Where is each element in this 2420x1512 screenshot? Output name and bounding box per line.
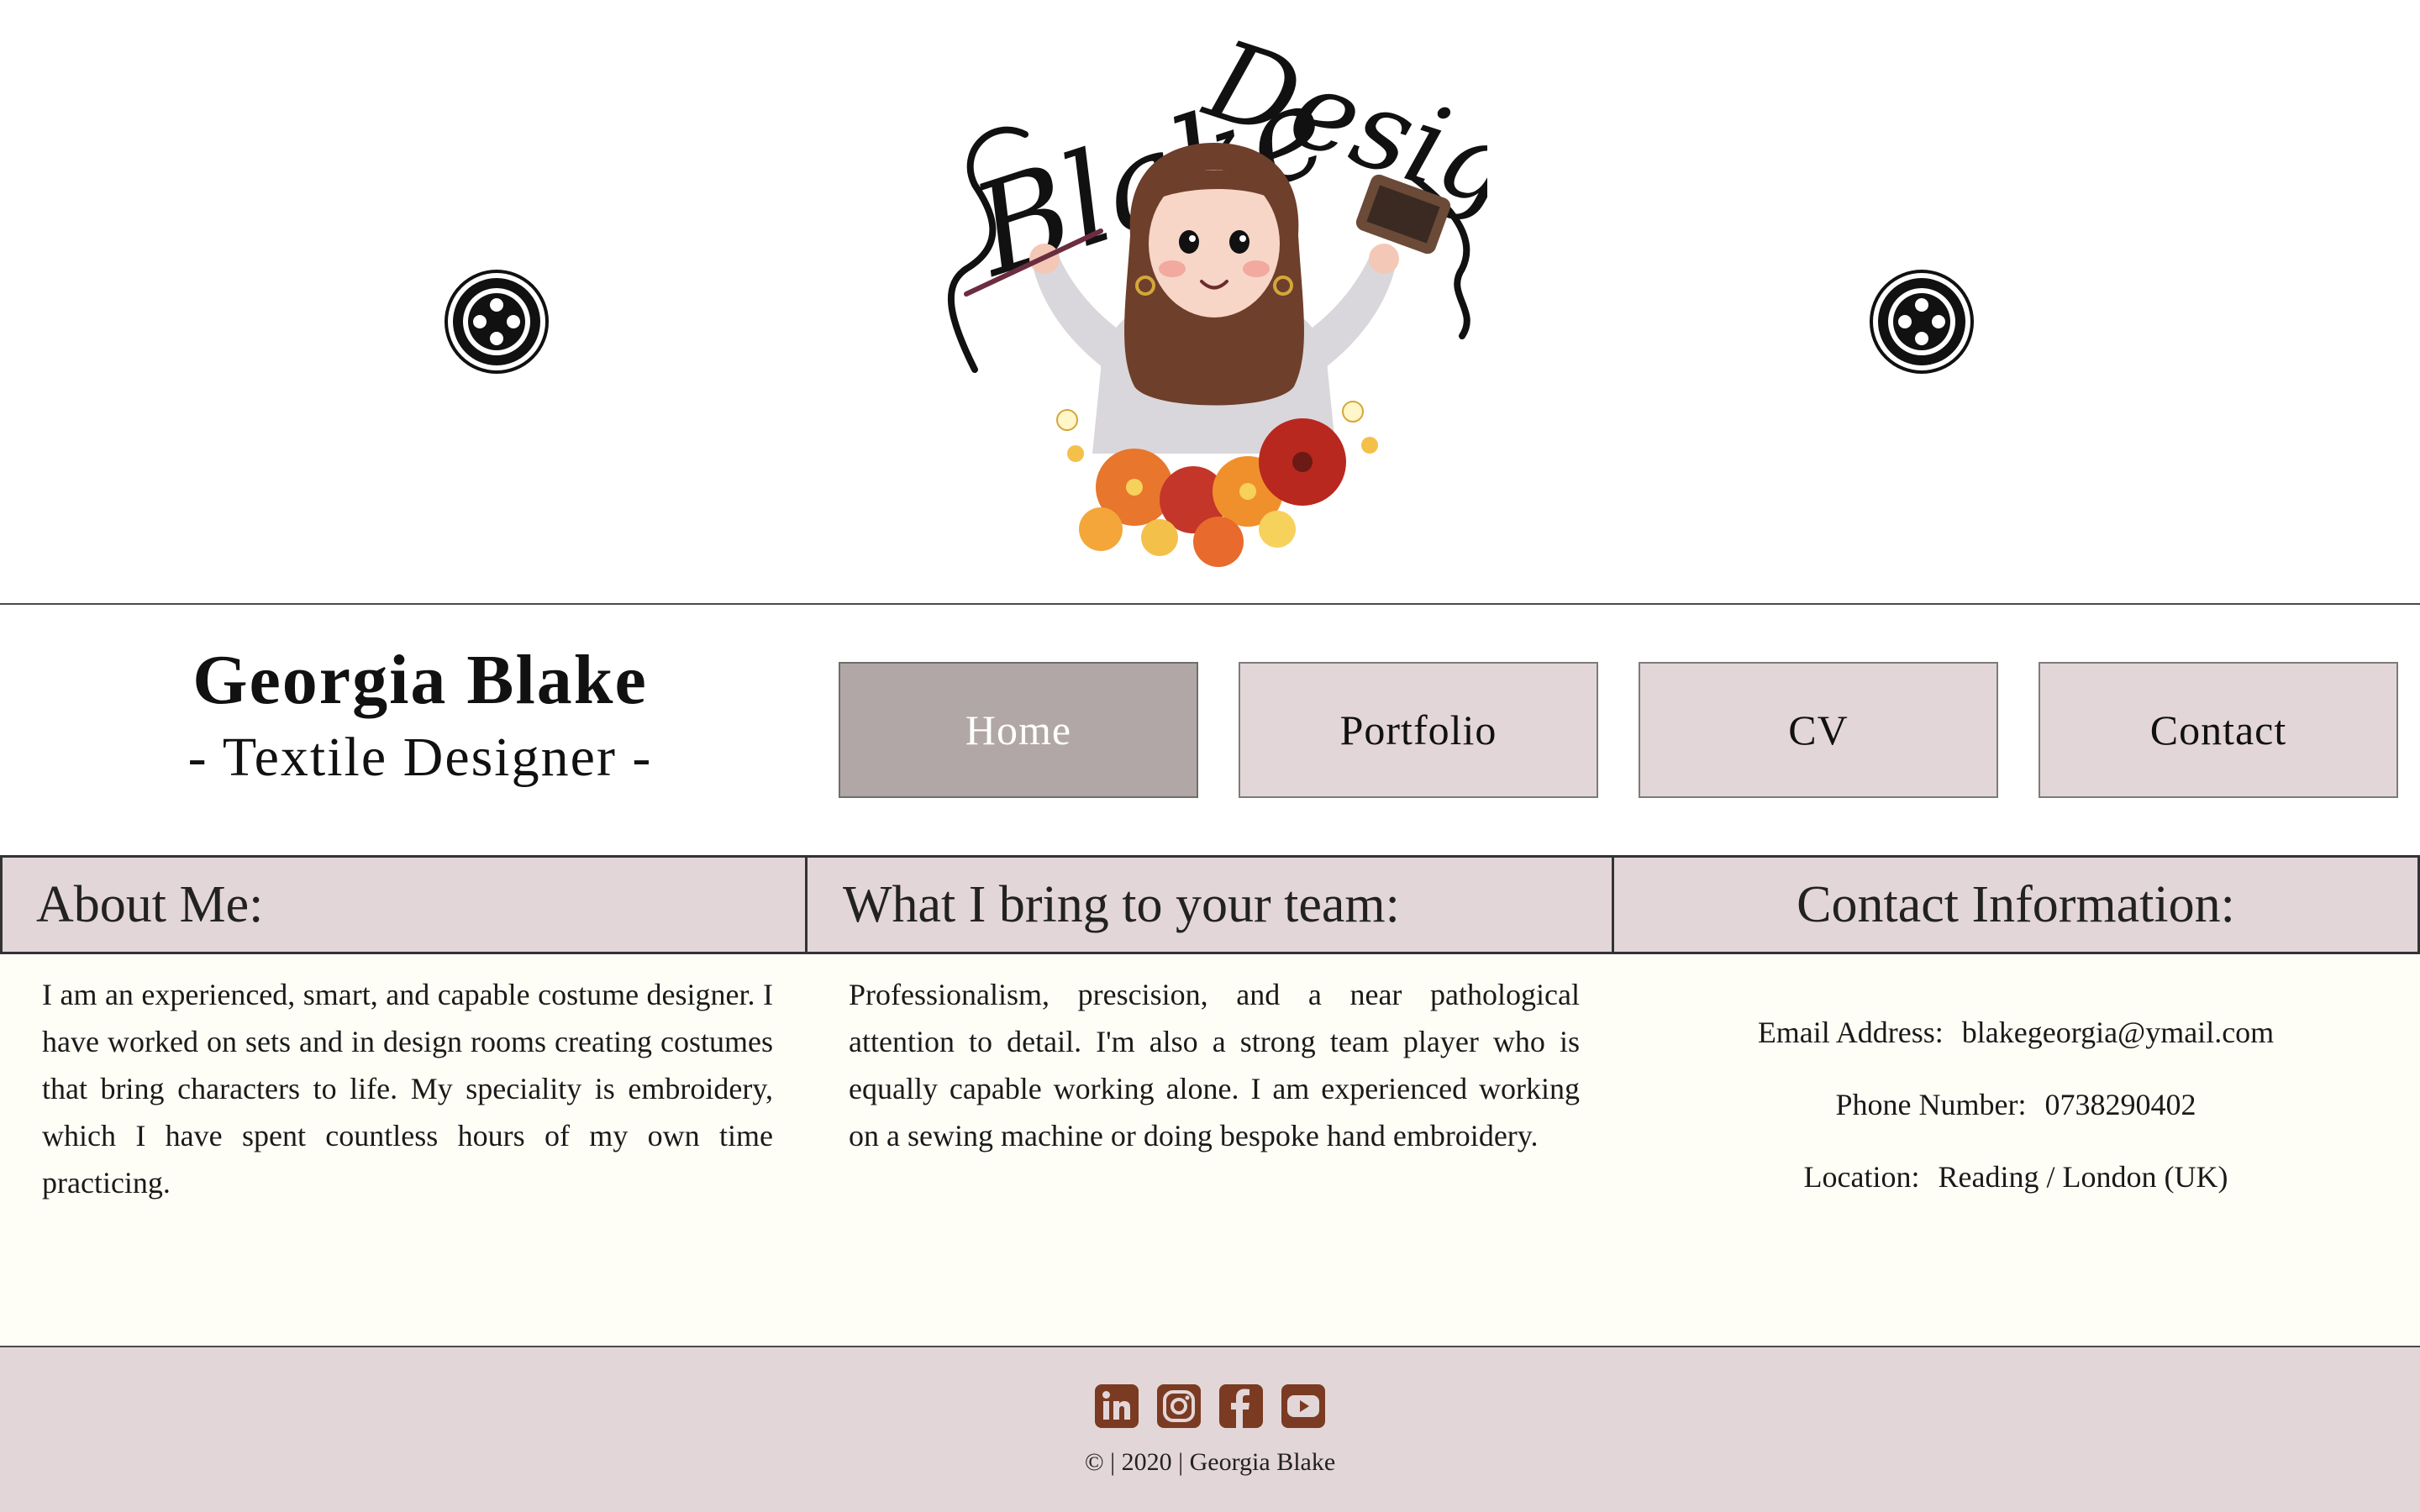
- instagram-icon[interactable]: [1157, 1384, 1201, 1428]
- nav-contact[interactable]: Contact: [2039, 662, 2398, 798]
- location-value: Reading / London (UK): [1938, 1160, 2228, 1194]
- contact-email-row: Email Address: blakegeorgia@ymail.com: [1612, 996, 2420, 1068]
- contact-label: Phone Number:: [1835, 1088, 2027, 1121]
- youtube-icon[interactable]: [1281, 1384, 1325, 1428]
- name-block: Georgia Blake - Textile Designer -: [84, 638, 756, 792]
- content-section: About Me: What I bring to your team: Con…: [0, 855, 2420, 1347]
- contact-label: Location:: [1803, 1160, 1920, 1194]
- site-header: Blake Designs: [0, 0, 2420, 605]
- site-footer: © | 2020 | Georgia Blake: [0, 1347, 2420, 1512]
- main-nav: Home Portfolio CV Contact: [839, 662, 2402, 798]
- contact-label: Email Address:: [1757, 1016, 1944, 1049]
- phone-value[interactable]: 0738290402: [2044, 1088, 2196, 1121]
- sewing-button-icon: [445, 270, 549, 374]
- contact-phone-row: Phone Number: 0738290402: [1612, 1068, 2420, 1141]
- email-value[interactable]: blakegeorgia@ymail.com: [1962, 1016, 2274, 1049]
- team-text: Professionalism, prescision, and a near …: [849, 978, 1580, 1152]
- copyright-text: © | 2020 | Georgia Blake: [1084, 1448, 1336, 1476]
- identity-bar: Georgia Blake - Textile Designer - Home …: [0, 605, 2420, 855]
- facebook-icon[interactable]: [1219, 1384, 1263, 1428]
- blake-designs-logo[interactable]: Blake Designs: [941, 17, 1487, 580]
- designer-subtitle: - Textile Designer -: [187, 726, 653, 788]
- social-links: [0, 1384, 2420, 1428]
- nav-portfolio[interactable]: Portfolio: [1239, 662, 1598, 798]
- about-text: I am an experienced, smart, and capable …: [42, 978, 773, 1200]
- contact-list: Email Address: blakegeorgia@ymail.com Pho…: [1612, 996, 2420, 1213]
- nav-home[interactable]: Home: [839, 662, 1198, 798]
- contact-heading: Contact Information:: [1612, 855, 2420, 954]
- team-heading: What I bring to your team:: [805, 855, 1615, 954]
- about-heading: About Me:: [0, 855, 808, 954]
- nav-cv[interactable]: CV: [1639, 662, 1998, 798]
- sewing-button-icon: [1870, 270, 1974, 374]
- linkedin-icon[interactable]: [1095, 1384, 1139, 1428]
- contact-location-row: Location: Reading / London (UK): [1612, 1141, 2420, 1213]
- designer-illustration: [964, 143, 1451, 567]
- designer-name: Georgia Blake: [192, 641, 648, 719]
